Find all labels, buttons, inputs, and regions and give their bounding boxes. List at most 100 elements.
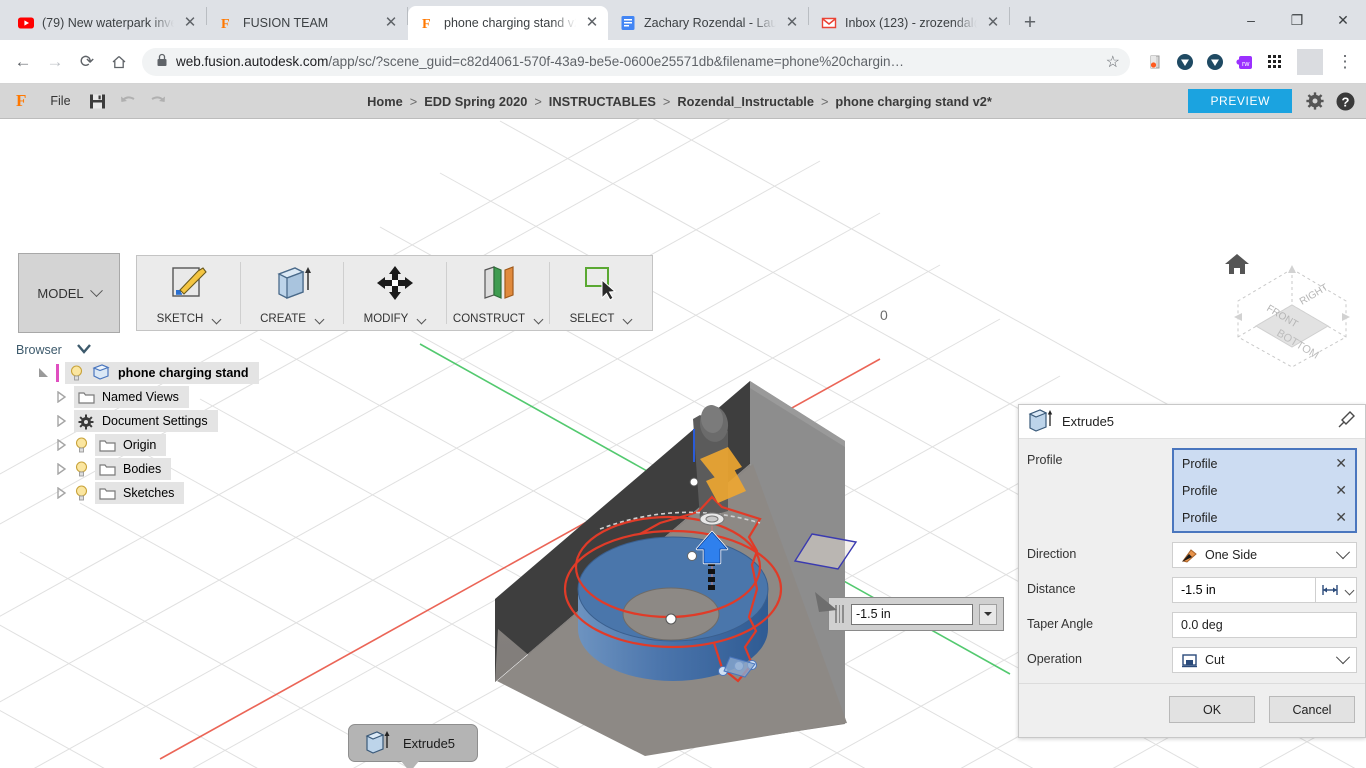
breadcrumb-item-document[interactable]: phone charging stand v2* [835,94,991,109]
rw-puzzle-icon[interactable]: rw [1232,49,1258,75]
profile-list-item[interactable]: Profile ✕ [1174,450,1355,477]
tree-item-content[interactable]: Document Settings [74,410,218,432]
lightbulb-icon[interactable] [74,461,89,477]
toolbar-create[interactable]: CREATE [240,256,343,330]
lightbulb-icon[interactable] [74,437,89,453]
redo-icon[interactable] [145,88,171,114]
cancel-button[interactable]: Cancel [1269,696,1355,723]
browser-tab-0[interactable]: (79) New waterpark inven ✕ [6,6,206,40]
save-icon[interactable] [85,88,111,114]
tab-close-icon[interactable]: ✕ [182,15,198,31]
tree-row-root[interactable]: phone charging stand [16,361,306,385]
distance-field-group[interactable]: -1.5 in [1172,577,1357,603]
chevron-down-icon[interactable] [1335,650,1351,665]
shield-icon[interactable] [1202,49,1228,75]
tab-close-icon[interactable]: ✕ [383,15,399,31]
tree-item-content[interactable]: Sketches [95,482,185,504]
chevron-down-icon[interactable] [211,314,222,324]
forward-icon[interactable]: → [40,47,70,77]
tab-close-icon[interactable]: ✕ [584,15,600,31]
breadcrumb-item-project[interactable]: EDD Spring 2020 [424,94,527,109]
profile-selection-list[interactable]: Profile ✕ Profile ✕ Profile ✕ [1172,448,1357,533]
distance-value[interactable]: -1.5 in [1172,577,1315,603]
tree-root-content[interactable]: phone charging stand [65,362,259,384]
tree-row-bodies[interactable]: Bodies [16,457,306,481]
close-window-button[interactable]: ✕ [1320,4,1366,36]
browser-tab-2-active[interactable]: F phone charging stand v2* ✕ [408,6,608,40]
close-icon[interactable]: ✕ [1335,455,1347,472]
breadcrumb-item-folder[interactable]: INSTRUCTABLES [549,94,656,109]
shield-icon[interactable] [1172,49,1198,75]
active-feature-pill[interactable]: Extrude5 [348,724,479,768]
floating-distance-input[interactable] [815,592,1004,631]
breadcrumb-item-subfolder[interactable]: Rozendal_Instructable [677,94,814,109]
close-icon[interactable]: ✕ [1335,482,1347,499]
profile-list-item[interactable]: Profile ✕ [1174,504,1355,531]
viewcube[interactable]: FRONT RIGHT BOTTOM [1228,257,1356,379]
gear-icon[interactable] [1302,88,1328,114]
tree-row-sketches[interactable]: Sketches [16,481,306,505]
expand-triangle-icon[interactable] [38,367,50,379]
close-icon[interactable]: ✕ [1335,509,1347,526]
toolbar-construct[interactable]: CONSTRUCT [446,256,549,330]
expand-triangle-icon[interactable] [56,462,68,476]
tree-row-named-views[interactable]: Named Views [16,385,306,409]
expand-triangle-icon[interactable] [56,414,68,428]
grid-apps-icon[interactable] [1262,49,1288,75]
ok-button[interactable]: OK [1169,696,1255,723]
chevron-down-icon[interactable] [1335,545,1351,560]
lightbulb-icon[interactable] [74,485,89,501]
tab-close-icon[interactable]: ✕ [985,15,1001,31]
toolbar-modify[interactable]: MODIFY [343,256,446,330]
measure-icon[interactable] [1315,577,1357,603]
tree-item-content[interactable]: Bodies [95,458,172,480]
extrude-dialog[interactable]: Extrude5 Profile Profile ✕ Profile ✕ Pro… [1018,404,1366,738]
tree-row-document-settings[interactable]: Document Settings [16,409,306,433]
viewport-canvas[interactable]: 0 FRONT RIGHT BOTTOM MODEL SKETCH CREATE… [0,119,1366,768]
browser-menu-icon[interactable]: ⋮ [1332,49,1358,75]
toolbar-select[interactable]: SELECT [549,256,652,330]
help-icon[interactable]: ? [1332,88,1358,114]
chevron-down-icon[interactable] [314,314,325,324]
browser-tab-3[interactable]: Zachary Rozendal - Launc ✕ [608,6,808,40]
tree-item-content[interactable]: Origin [95,434,167,456]
chevron-down-icon[interactable] [622,314,633,324]
tree-row-origin[interactable]: Origin [16,433,306,457]
toolbar-sketch[interactable]: SKETCH [137,256,240,330]
home-icon[interactable] [104,47,134,77]
chevron-down-icon[interactable] [416,314,427,324]
chevron-down-icon[interactable] [1344,585,1354,595]
breadcrumb-item-home[interactable]: Home [367,94,403,109]
bookmark-star-icon[interactable]: ☆ [1106,52,1120,72]
pin-icon[interactable] [1335,409,1357,434]
distance-value-input[interactable] [851,603,973,625]
expand-triangle-icon[interactable] [56,486,68,500]
operation-dropdown[interactable]: Cut [1172,647,1357,673]
browser-tab-1[interactable]: F FUSION TEAM ✕ [207,6,407,40]
expand-triangle-icon[interactable] [56,390,68,404]
profile-list-item[interactable]: Profile ✕ [1174,477,1355,504]
lightbulb-icon[interactable] [69,365,84,381]
browser-tab-4[interactable]: Inbox (123) - zrozendal@ ✕ [809,6,1009,40]
new-tab-button[interactable]: + [1016,9,1044,37]
direction-dropdown[interactable]: One Side [1172,542,1357,568]
chevron-down-icon[interactable] [979,603,997,625]
file-menu-button[interactable]: File [40,94,80,108]
preview-button[interactable]: PREVIEW [1188,89,1292,113]
minimize-button[interactable]: – [1228,4,1274,36]
maximize-button[interactable]: ❐ [1274,4,1320,36]
tree-item-content[interactable]: Named Views [74,386,189,408]
undo-icon[interactable] [115,88,141,114]
row-profile: Profile Profile ✕ Profile ✕ Profile ✕ [1027,448,1357,533]
extension-icon[interactable] [1142,49,1168,75]
browser-tree-header[interactable]: Browser [16,343,306,361]
back-icon[interactable]: ← [8,47,38,77]
chevron-down-icon[interactable] [533,314,544,324]
reload-icon[interactable]: ⟳ [72,47,102,77]
taper-angle-input[interactable]: 0.0 deg [1172,612,1357,638]
chevron-down-icon[interactable] [76,343,92,357]
expand-triangle-icon[interactable] [56,438,68,452]
address-bar[interactable]: web.fusion.autodesk.com/app/sc/?scene_gu… [142,47,1130,76]
workspace-selector[interactable]: MODEL [18,253,120,333]
tab-close-icon[interactable]: ✕ [784,15,800,31]
